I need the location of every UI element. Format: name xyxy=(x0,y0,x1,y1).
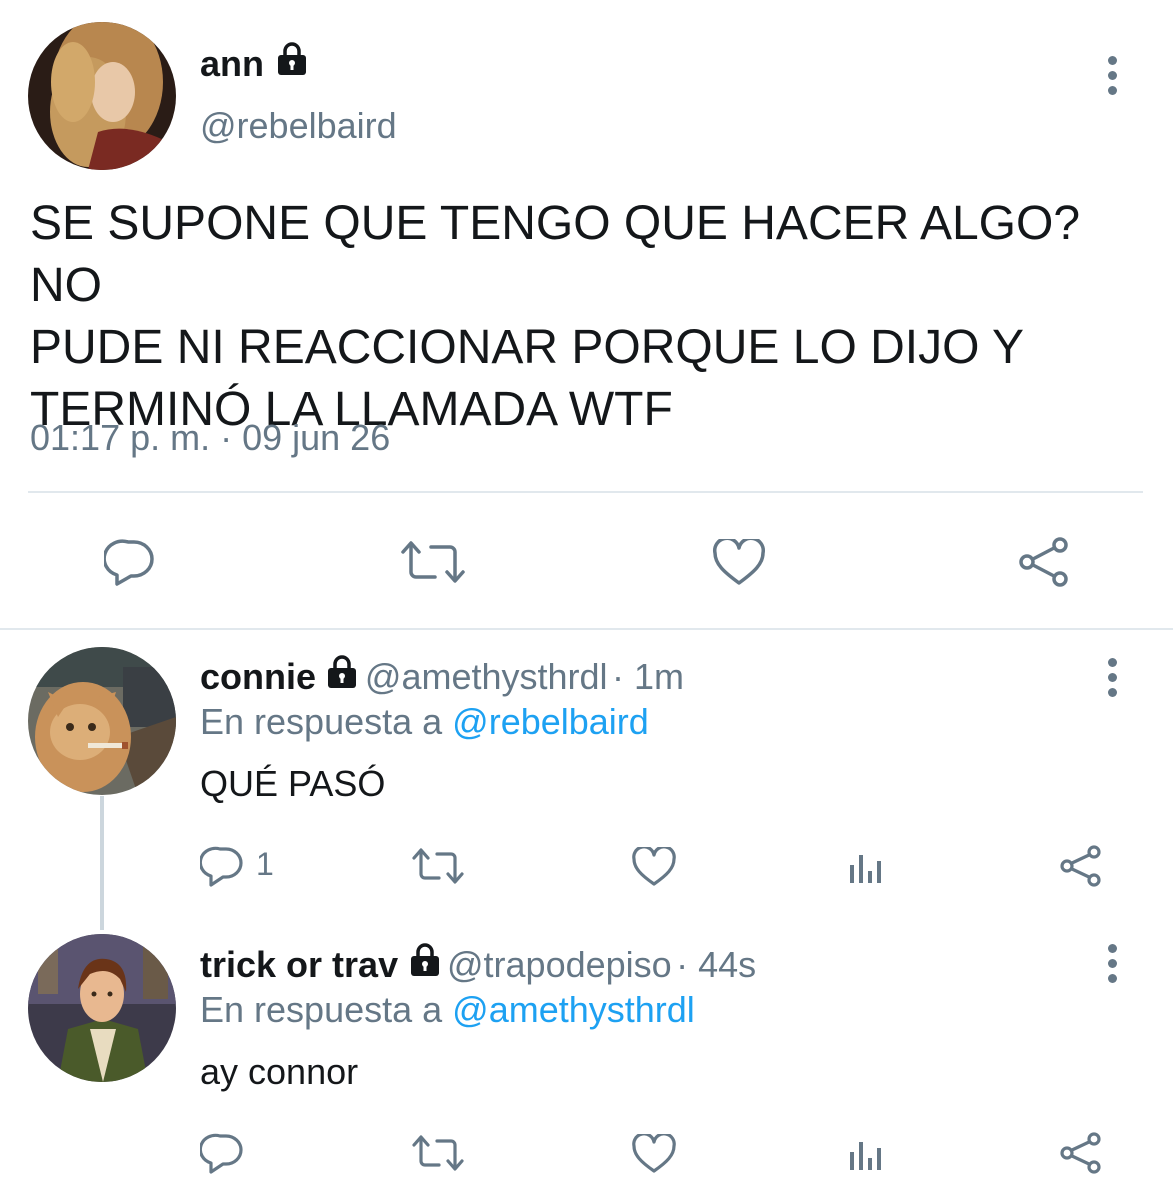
display-name[interactable]: connie xyxy=(200,656,316,697)
reply-count: 1 xyxy=(256,846,274,882)
like-icon[interactable] xyxy=(631,1134,677,1174)
like-icon[interactable] xyxy=(631,847,677,887)
tweet-timestamp[interactable]: 01:17 p. m. · 09 jun 26 xyxy=(30,416,390,460)
divider xyxy=(28,491,1143,493)
display-name[interactable]: ann xyxy=(200,43,264,84)
reply-prefix: En respuesta a xyxy=(200,989,443,1030)
reply-icon[interactable] xyxy=(200,846,248,888)
more-options-icon[interactable] xyxy=(1102,658,1122,703)
avatar-trick-or-trav[interactable] xyxy=(28,934,176,1082)
author-handle[interactable]: @rebelbaird xyxy=(200,104,397,148)
more-options-icon[interactable] xyxy=(1102,944,1122,989)
reply-age: · 44s xyxy=(676,944,757,985)
reply-context: En respuesta a @amethysthrdl xyxy=(200,988,695,1032)
retweet-icon[interactable] xyxy=(411,846,465,886)
reply-text: QUÉ PASÓ xyxy=(200,763,386,804)
reply-context: En respuesta a @rebelbaird xyxy=(200,700,649,744)
reply-icon[interactable] xyxy=(200,1133,248,1175)
reply-text: ay connor xyxy=(200,1051,359,1092)
reply-age: · 1m xyxy=(612,656,685,697)
share-icon[interactable] xyxy=(1016,536,1072,588)
retweet-icon[interactable] xyxy=(411,1133,465,1173)
analytics-icon[interactable] xyxy=(847,1134,887,1174)
reply-prefix: En respuesta a xyxy=(200,701,443,742)
reply-to-link[interactable]: @rebelbaird xyxy=(452,701,649,742)
tweet-text: SE SUPONE QUE TENGO QUE HACER ALGO? NO P… xyxy=(30,193,1150,441)
avatar-connie[interactable] xyxy=(28,647,176,795)
tweet-text-line: PUDE NI REACCIONAR PORQUE LO DIJO Y xyxy=(30,321,1024,374)
divider xyxy=(0,628,1173,630)
reply-to-link[interactable]: @amethysthrdl xyxy=(452,989,695,1030)
thread-connector xyxy=(100,796,104,930)
analytics-icon[interactable] xyxy=(847,847,887,887)
author-name-row: ann xyxy=(200,42,310,86)
more-options-icon[interactable] xyxy=(1102,56,1122,101)
lock-icon xyxy=(274,41,310,95)
author-handle[interactable]: @trapodepiso xyxy=(447,944,672,985)
share-icon[interactable] xyxy=(1058,1131,1104,1175)
retweet-icon[interactable] xyxy=(399,538,467,586)
tweet-text-line: SE SUPONE QUE TENGO QUE HACER ALGO? NO xyxy=(30,197,1081,312)
like-icon[interactable] xyxy=(712,539,766,587)
avatar-ann[interactable] xyxy=(28,22,176,170)
author-handle[interactable]: @amethysthrdl xyxy=(365,656,608,697)
share-icon[interactable] xyxy=(1058,844,1104,888)
display-name[interactable]: trick or trav xyxy=(200,944,398,985)
reply-icon[interactable] xyxy=(104,538,156,588)
